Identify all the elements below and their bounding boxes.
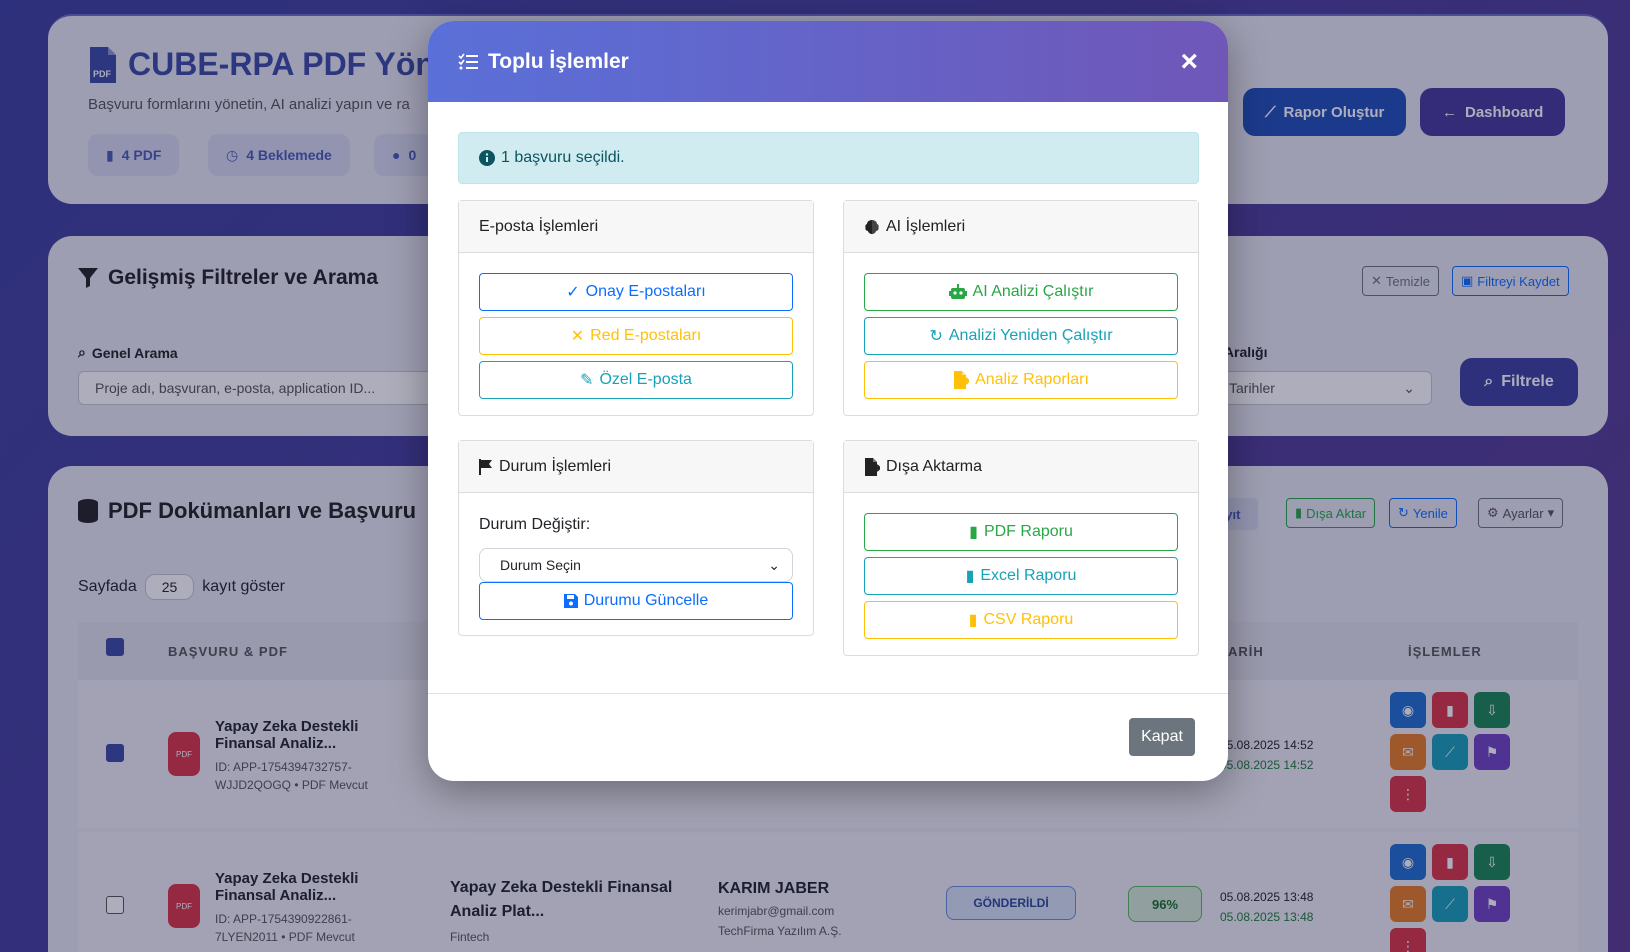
- excel-report-button[interactable]: ▮ Excel Raporu: [864, 557, 1178, 595]
- modal-title: Toplu İşlemler: [458, 50, 629, 74]
- x-icon: ✕: [570, 328, 585, 345]
- file-csv-icon: ▮: [968, 612, 978, 629]
- panel-header: AI İşlemleri: [844, 201, 1198, 253]
- run-ai-analysis-button[interactable]: AI Analizi Çalıştır: [864, 273, 1178, 311]
- info-circle-icon: [479, 150, 495, 166]
- status-change-label: Durum Değiştir:: [479, 516, 591, 533]
- run-ai-label: AI Analizi Çalıştır: [972, 283, 1094, 300]
- modal-close-button[interactable]: ×: [1180, 46, 1198, 77]
- pdf-report-button[interactable]: ▮ PDF Raporu: [864, 513, 1178, 551]
- pdf-report-label: PDF Raporu: [983, 523, 1073, 540]
- rerun-analysis-button[interactable]: ↻ Analizi Yeniden Çalıştır: [864, 317, 1178, 355]
- analysis-reports-label: Analiz Raporları: [975, 371, 1089, 388]
- check-icon: ✓: [566, 284, 580, 301]
- file-excel-icon: ▮: [965, 568, 975, 585]
- export-panel-title: Dışa Aktarma: [886, 457, 983, 475]
- status-actions-panel: Durum İşlemleri Durum Değiştir: Durum Se…: [458, 440, 814, 636]
- csv-report-label: CSV Raporu: [983, 611, 1074, 628]
- custom-email-button[interactable]: ✎ Özel E-posta: [479, 361, 793, 399]
- modal-title-text: Toplu İşlemler: [488, 49, 629, 73]
- approve-emails-label: Onay E-postaları: [585, 283, 706, 300]
- file-pdf-icon: ▮: [969, 524, 978, 541]
- robot-icon: [948, 284, 967, 300]
- redo-icon: ↻: [929, 328, 943, 345]
- export-actions-panel: Dışa Aktarma ▮ PDF Raporu ▮ Excel Raporu ▮…: [843, 440, 1199, 656]
- custom-email-label: Özel E-posta: [599, 371, 692, 388]
- selection-info-text: 1 başvuru seçildi.: [501, 149, 625, 166]
- email-actions-panel: E-posta İşlemleri ✓ Onay E-postaları ✕ Red…: [458, 200, 814, 416]
- update-status-button[interactable]: Durumu Güncelle: [479, 582, 793, 620]
- list-check-icon: [458, 53, 478, 71]
- ai-panel-title: AI İşlemleri: [886, 217, 966, 235]
- file-export-icon: [953, 371, 970, 389]
- reject-emails-label: Red E-postaları: [590, 327, 702, 344]
- update-status-label: Durumu Güncelle: [583, 592, 709, 609]
- bulk-actions-modal: Toplu İşlemler × 1 başvuru seçildi. E-po…: [428, 21, 1228, 781]
- panel-header: Durum İşlemleri: [459, 441, 813, 493]
- panel-header: E-posta İşlemleri: [459, 201, 813, 253]
- chevron-down-icon: ⌄: [768, 556, 780, 573]
- selection-info-alert: 1 başvuru seçildi.: [458, 132, 1199, 184]
- modal-footer: Kapat: [428, 693, 1228, 781]
- status-panel-title: Durum İşlemleri: [499, 457, 612, 475]
- excel-report-label: Excel Raporu: [980, 567, 1077, 584]
- reject-emails-button[interactable]: ✕ Red E-postaları: [479, 317, 793, 355]
- edit-icon: ✎: [580, 372, 594, 389]
- approve-emails-button[interactable]: ✓ Onay E-postaları: [479, 273, 793, 311]
- modal-header: Toplu İşlemler ×: [428, 21, 1228, 102]
- brain-icon: [864, 219, 880, 235]
- save-icon: [563, 594, 578, 608]
- email-panel-title: E-posta İşlemleri: [479, 217, 599, 235]
- ai-actions-panel: AI İşlemleri AI Analizi Çalıştır ↻ Analiz…: [843, 200, 1199, 416]
- status-select[interactable]: Durum Seçin ⌄: [479, 548, 793, 582]
- page-background: PDF CUBE-RPA PDF Yön Başvuru formlarını …: [0, 0, 1630, 952]
- flag-icon: [479, 458, 493, 475]
- file-export-icon: [864, 457, 880, 476]
- csv-report-button[interactable]: ▮ CSV Raporu: [864, 601, 1178, 639]
- analysis-reports-button[interactable]: Analiz Raporları: [864, 361, 1178, 399]
- rerun-label: Analizi Yeniden Çalıştır: [948, 327, 1113, 344]
- close-modal-button[interactable]: Kapat: [1129, 718, 1195, 756]
- status-select-value: Durum Seçin: [500, 557, 581, 573]
- panel-header: Dışa Aktarma: [844, 441, 1198, 493]
